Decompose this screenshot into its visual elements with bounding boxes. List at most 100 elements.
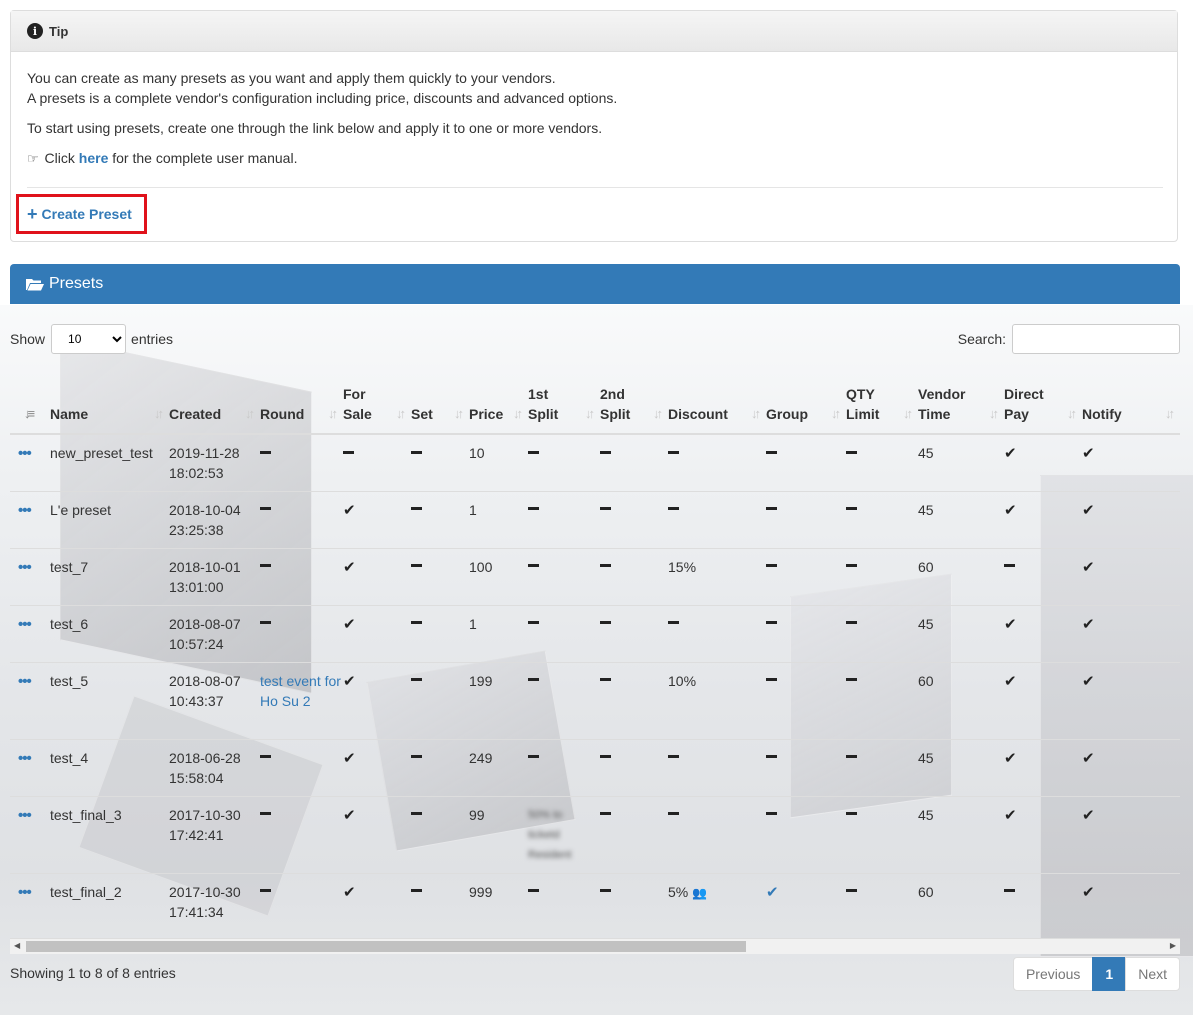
column-header-set[interactable]: Set ↓↑ bbox=[411, 384, 469, 435]
qty-limit-cell bbox=[846, 795, 918, 873]
search-label: Search: bbox=[957, 331, 1006, 347]
discount-cell bbox=[668, 604, 766, 662]
row-actions-icon[interactable]: ••• bbox=[10, 503, 32, 518]
vendor-time-cell: 60 bbox=[918, 872, 1004, 930]
sort-icon: ↓↑ bbox=[1165, 406, 1175, 421]
vendor-time-cell: 60 bbox=[918, 661, 1004, 739]
preset-name: test_final_3 bbox=[50, 795, 169, 873]
next-page-button[interactable]: Next bbox=[1125, 957, 1180, 991]
dash-icon bbox=[528, 678, 539, 682]
qty-limit-cell bbox=[846, 661, 918, 739]
check-icon: ✔ bbox=[1004, 615, 1017, 633]
dash-icon bbox=[260, 450, 271, 454]
column-header-discount[interactable]: Discount ↓↑ bbox=[668, 384, 766, 435]
column-header-price[interactable]: Price ↓↑ bbox=[469, 384, 528, 435]
table-row[interactable]: ••• test_final_2 2017-10-30 17:41:34 ✔ 999 5% … bbox=[10, 872, 1180, 930]
tip-line: You can create as many presets as you wa… bbox=[27, 70, 556, 86]
round-link[interactable]: test event for Ho Su 2 bbox=[260, 673, 341, 709]
table-row[interactable]: ••• L'e preset 2018-10-04 23:25:38 ✔ 1 45 ✔ ✔ bbox=[10, 490, 1180, 548]
discount-cell: 5% 👥 bbox=[668, 872, 766, 930]
direct-pay-cell: ✔ bbox=[1004, 604, 1082, 662]
check-icon: ✔ bbox=[766, 883, 779, 901]
info-icon: i bbox=[27, 23, 43, 39]
table-row[interactable]: ••• test_6 2018-08-07 10:57:24 ✔ 1 45 ✔ ✔ bbox=[10, 604, 1180, 662]
sort-icon: ↓↑ bbox=[396, 406, 406, 421]
table-row[interactable]: ••• test_final_3 2017-10-30 17:42:41 ✔ 99 50% … bbox=[10, 795, 1180, 873]
dash-icon bbox=[411, 507, 422, 511]
search-input[interactable] bbox=[1012, 324, 1180, 354]
row-actions-icon[interactable]: ••• bbox=[10, 808, 32, 823]
second-split-cell bbox=[600, 434, 668, 491]
check-icon: ✔ bbox=[1004, 672, 1017, 690]
horizontal-scrollbar[interactable]: ◀ ▶ bbox=[10, 938, 1180, 954]
preset-name: test_5 bbox=[50, 661, 169, 739]
dash-icon bbox=[411, 564, 422, 568]
presets-title: Presets bbox=[49, 275, 104, 292]
price-cell: 99 bbox=[469, 795, 528, 873]
first-split-cell bbox=[528, 872, 600, 930]
dash-icon bbox=[600, 678, 611, 682]
column-header-created[interactable]: Created ↓↑ bbox=[169, 384, 260, 435]
scroll-right-icon[interactable]: ▶ bbox=[1170, 941, 1176, 950]
column-header-1st-split[interactable]: 1st Split ↓↑ bbox=[528, 384, 600, 435]
column-header-direct-pay[interactable]: Direct Pay ↓↑ bbox=[1004, 384, 1082, 435]
column-header-for-sale[interactable]: For Sale ↓↑ bbox=[343, 384, 411, 435]
row-actions-icon[interactable]: ••• bbox=[10, 446, 32, 461]
dash-icon bbox=[528, 507, 539, 511]
direct-pay-cell bbox=[1004, 547, 1082, 605]
table-row[interactable]: ••• test_4 2018-06-28 15:58:04 ✔ 249 45 ✔ ✔ bbox=[10, 738, 1180, 796]
created-datetime: 2017-10-30 17:41:34 bbox=[169, 872, 260, 930]
column-header-2nd-split[interactable]: 2nd Split ↓↑ bbox=[600, 384, 668, 435]
dash-icon bbox=[1004, 564, 1015, 568]
table-row[interactable]: ••• test_5 2018-08-07 10:43:37 test event fo… bbox=[10, 661, 1180, 739]
show-label: Show bbox=[10, 331, 46, 347]
dash-icon bbox=[600, 889, 611, 893]
column-header-vendor-time[interactable]: Vendor Time ↓↑ bbox=[918, 384, 1004, 435]
folder-open-icon bbox=[26, 278, 44, 291]
manual-link[interactable]: here bbox=[79, 150, 109, 166]
dash-icon bbox=[600, 507, 611, 511]
sort-icon: ↓↑ bbox=[154, 406, 164, 421]
row-actions-icon[interactable]: ••• bbox=[10, 751, 32, 766]
previous-page-button[interactable]: Previous bbox=[1012, 957, 1094, 991]
price-cell: 1 bbox=[469, 490, 528, 548]
scrollbar-thumb[interactable] bbox=[26, 941, 746, 952]
qty-limit-cell bbox=[846, 738, 918, 796]
check-icon: ✔ bbox=[1082, 806, 1095, 824]
dash-icon bbox=[668, 812, 679, 816]
manual-prefix: Click bbox=[44, 150, 75, 166]
preset-name: test_4 bbox=[50, 738, 169, 796]
row-actions-icon[interactable]: ••• bbox=[10, 674, 32, 689]
created-datetime: 2018-08-07 10:43:37 bbox=[169, 661, 260, 739]
create-preset-button[interactable]: + Create Preset bbox=[27, 205, 132, 223]
column-header-group[interactable]: Group ↓↑ bbox=[766, 384, 846, 435]
row-actions-icon[interactable]: ••• bbox=[10, 560, 32, 575]
discount-value: 10% bbox=[668, 672, 697, 689]
column-header-qty-limit[interactable]: QTY Limit ↓↑ bbox=[846, 384, 918, 435]
dash-icon bbox=[411, 621, 422, 625]
column-header-name[interactable]: Name ↓↑ bbox=[50, 384, 169, 435]
page-button-1[interactable]: 1 bbox=[1092, 957, 1127, 991]
dash-icon bbox=[260, 812, 271, 816]
direct-pay-cell bbox=[1004, 872, 1082, 930]
dash-icon bbox=[260, 621, 271, 625]
row-actions-icon[interactable]: ••• bbox=[10, 617, 32, 632]
dash-icon bbox=[600, 450, 611, 454]
vendor-time-cell: 45 bbox=[918, 445, 934, 461]
page-length-select[interactable]: 10 bbox=[51, 324, 127, 354]
row-actions-icon[interactable]: ••• bbox=[10, 885, 32, 900]
check-icon: ✔ bbox=[343, 558, 356, 576]
second-split-cell bbox=[600, 872, 668, 930]
check-icon: ✔ bbox=[1082, 501, 1095, 519]
dash-icon bbox=[411, 889, 422, 893]
scroll-left-icon[interactable]: ◀ bbox=[14, 941, 20, 950]
create-preset-highlight: + Create Preset bbox=[16, 194, 147, 234]
column-header-notify[interactable]: Notify ↓↑ bbox=[1082, 384, 1180, 435]
table-row[interactable]: ••• new_preset_test 2019-11-28 18:02:53 10 45… bbox=[10, 434, 1180, 491]
table-row[interactable]: ••• test_7 2018-10-01 13:01:00 ✔ 100 15% 60 ✔ bbox=[10, 547, 1180, 605]
dash-icon bbox=[766, 755, 777, 759]
round-cell bbox=[260, 547, 343, 605]
column-header-actions[interactable]: ↓≡ bbox=[10, 384, 50, 435]
column-header-round[interactable]: Round ↓↑ bbox=[260, 384, 343, 435]
sort-icon: ↓↑ bbox=[585, 406, 595, 421]
